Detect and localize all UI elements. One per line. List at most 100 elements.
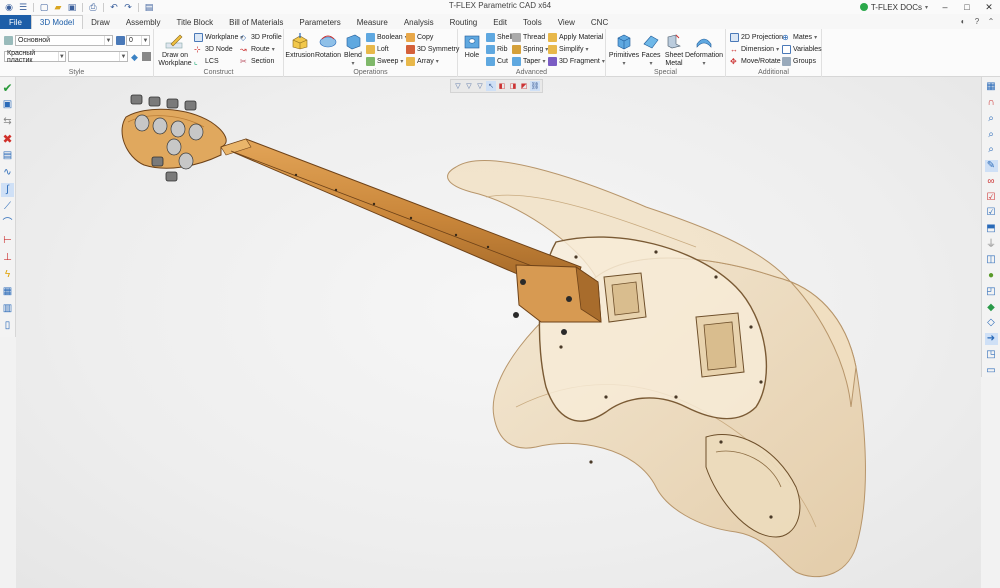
view-cube-icon[interactable]: ⬒ xyxy=(985,223,998,236)
redo-icon[interactable]: ↷ xyxy=(122,2,134,13)
groups-button[interactable]: Groups xyxy=(782,56,816,67)
view-icon[interactable]: ▤ xyxy=(1,149,14,163)
sheet-metal-button[interactable]: Sheet Metal xyxy=(662,32,686,68)
move-icon[interactable]: ⇆ xyxy=(1,115,14,129)
guitar-neck[interactable] xyxy=(219,138,602,335)
properties-icon[interactable]: ▣ xyxy=(1,98,14,112)
pickup-bridge[interactable] xyxy=(695,312,745,378)
sphere-icon[interactable]: ● xyxy=(985,270,998,283)
loft-button[interactable]: Loft xyxy=(366,44,389,55)
3d-symmetry-button[interactable]: 3D Symmetry xyxy=(406,44,459,55)
color-select[interactable]: ▼ xyxy=(68,51,128,62)
tab-routing[interactable]: Routing xyxy=(442,15,486,29)
magnet-icon[interactable]: ∩ xyxy=(985,97,998,110)
3d-fragment-button[interactable]: 3D Fragment ▾ xyxy=(548,56,605,67)
faces-button[interactable]: Faces ▾ xyxy=(640,32,662,68)
tab-view[interactable]: View xyxy=(550,15,583,29)
color-swatch[interactable] xyxy=(142,52,151,61)
cube-icon[interactable]: ◆ xyxy=(985,301,998,314)
guitar-headstock[interactable] xyxy=(121,94,227,182)
style-icon[interactable]: ◐ xyxy=(958,16,968,26)
route-button[interactable]: ↝ Route ▾ xyxy=(240,44,275,55)
tab-3d-model[interactable]: 3D Model xyxy=(30,15,84,29)
paste-icon[interactable]: ▦ xyxy=(1,285,14,299)
check-icon[interactable]: ☑ xyxy=(985,207,998,220)
primitives-button[interactable]: Primitives ▾ xyxy=(608,32,640,68)
3d-profile-button[interactable]: ◇ 3D Profile xyxy=(240,32,282,43)
mates-button[interactable]: ⊕ Mates ▾ xyxy=(782,32,817,43)
open-icon[interactable]: ▰ xyxy=(52,2,64,13)
spring-button[interactable]: Spring ▾ xyxy=(512,44,548,55)
line-icon[interactable]: ⟋ xyxy=(1,200,14,214)
new-icon[interactable]: ▢ xyxy=(38,2,50,13)
list-icon[interactable]: ▥ xyxy=(1,302,14,316)
palette-icon[interactable]: ◆ xyxy=(131,52,138,63)
copy-button[interactable]: Copy xyxy=(406,32,433,43)
cube-icon[interactable]: ◫ xyxy=(985,254,998,267)
3d-node-button[interactable]: ⊹ 3D Node xyxy=(194,44,233,55)
undo-icon[interactable]: ↶ xyxy=(108,2,120,13)
guitar-body[interactable] xyxy=(447,160,866,578)
tab-parameters[interactable]: Parameters xyxy=(291,15,348,29)
measure-icon[interactable]: ⊢ xyxy=(1,234,14,248)
dimension-icon[interactable]: ⊥ xyxy=(1,251,14,265)
lightning-icon[interactable]: ϟ xyxy=(1,268,14,282)
print-icon[interactable]: ⎙ xyxy=(87,2,99,13)
chevron-up-icon[interactable]: ⌃ xyxy=(986,16,996,26)
tab-analysis[interactable]: Analysis xyxy=(396,15,442,29)
screen-icon[interactable]: ▭ xyxy=(985,364,998,377)
cancel-icon[interactable]: ✖ xyxy=(1,132,14,146)
guitar-model[interactable] xyxy=(16,77,981,588)
confirm-icon[interactable]: ✔ xyxy=(1,81,14,95)
pickup-neck[interactable] xyxy=(603,272,647,323)
tab-measure[interactable]: Measure xyxy=(349,15,396,29)
page-icon[interactable]: ▤ xyxy=(143,2,155,13)
2d-projection-button[interactable]: 2D Projection xyxy=(730,32,783,43)
lcs-button[interactable]: ⌞ LCS xyxy=(194,56,219,67)
thread-button[interactable]: Thread xyxy=(512,32,545,43)
layer-select[interactable]: Основной ▼ xyxy=(15,35,113,46)
simplify-button[interactable]: Simplify ▾ xyxy=(548,44,589,55)
check-icon[interactable]: ☑ xyxy=(985,191,998,204)
zoom-icon[interactable]: ⌕ xyxy=(985,112,998,125)
hole-button[interactable]: Hole xyxy=(461,32,483,60)
rotation-button[interactable]: Rotation xyxy=(314,32,342,60)
cut-button[interactable]: Cut xyxy=(486,56,508,67)
taper-button[interactable]: Taper ▾ xyxy=(512,56,546,67)
save-icon[interactable]: ▣ xyxy=(66,2,78,13)
tab-edit[interactable]: Edit xyxy=(485,15,515,29)
help-icon[interactable]: ? xyxy=(972,16,982,26)
docs-button[interactable]: T-FLEX DOCs ▾ xyxy=(854,3,934,12)
shape-icon[interactable]: ◇ xyxy=(985,317,998,330)
rib-button[interactable]: Rib xyxy=(486,44,508,55)
3d-viewport[interactable]: ▽ ▽ ▽ ↖ ◧ ◨ ◩ ⛓ xyxy=(16,77,981,588)
blend-button[interactable]: Blend ▾ xyxy=(342,32,364,68)
filter-icon[interactable]: ⏚ xyxy=(985,238,998,251)
extrusion-button[interactable]: Extrusion xyxy=(285,32,315,60)
boolean-button[interactable]: Boolean ▾ xyxy=(366,32,408,43)
sweep-button[interactable]: Sweep ▾ xyxy=(366,56,403,67)
apply-material-button[interactable]: Apply Material xyxy=(548,32,603,43)
minimize-button[interactable]: – xyxy=(934,0,956,14)
tab-tools[interactable]: Tools xyxy=(515,15,550,29)
shell-button[interactable]: Shell xyxy=(486,32,513,43)
book-icon[interactable]: ▯ xyxy=(1,319,14,333)
menu-icon[interactable]: ☰ xyxy=(17,2,29,13)
dimension-button[interactable]: ↔ Dimension ▾ xyxy=(730,44,779,55)
material-select[interactable]: Красный пластик ▼ xyxy=(4,50,66,64)
move-rotate-button[interactable]: ✥ Move/Rotate xyxy=(730,56,781,67)
tab-assembly[interactable]: Assembly xyxy=(118,15,169,29)
arrow-icon[interactable]: ➜ xyxy=(984,332,998,346)
tab-draw[interactable]: Draw xyxy=(83,15,118,29)
number-select[interactable]: 0 ▼ xyxy=(126,35,150,46)
tab-title-block[interactable]: Title Block xyxy=(169,15,222,29)
array-button[interactable]: Array ▾ xyxy=(406,56,439,67)
arc-icon[interactable]: ⌒ xyxy=(1,217,14,231)
app-menu-icon[interactable]: ◉ xyxy=(3,2,15,13)
spline-icon[interactable]: ∫ xyxy=(1,183,14,197)
close-button[interactable]: ✕ xyxy=(978,0,1000,14)
maximize-button[interactable]: □ xyxy=(956,0,978,14)
zoom-icon[interactable]: ⌕ xyxy=(985,128,998,141)
section-button[interactable]: ✂ Section xyxy=(240,56,274,67)
variables-button[interactable]: Variables xyxy=(782,44,822,55)
